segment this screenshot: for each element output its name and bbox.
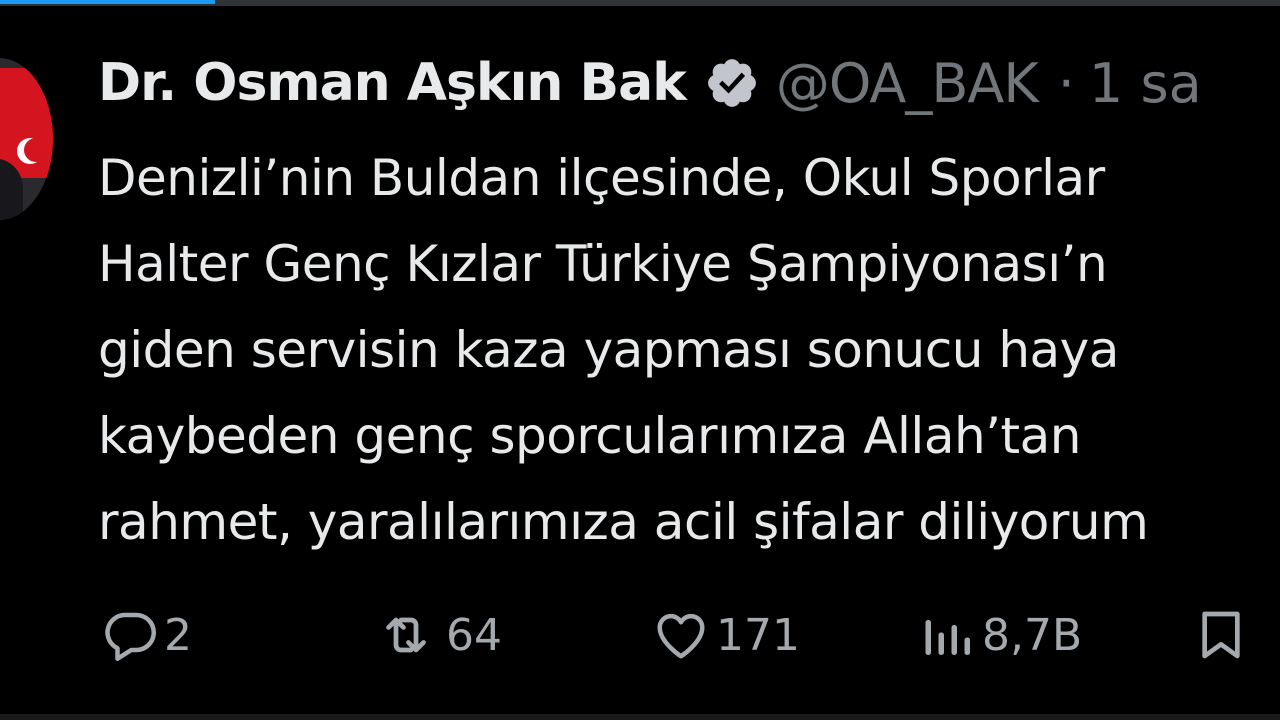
- retweet-count: 64: [446, 609, 502, 661]
- retweet-icon: [370, 605, 442, 665]
- reply-button[interactable]: 2: [100, 600, 192, 670]
- tweet-header: Dr. Osman Aşkın Bak @OA_BAK · 1 sa: [98, 48, 1202, 118]
- header-separator: ·: [1057, 51, 1075, 115]
- tweet-timestamp[interactable]: 1 sa: [1089, 52, 1202, 115]
- tweet-actions-bar: 2 64 171 8,7B: [0, 600, 1280, 670]
- tweet-text-line: rahmet, yaralılarımıza acil şifalar dili…: [98, 493, 1149, 551]
- bookmark-icon: [1193, 603, 1249, 667]
- like-button[interactable]: 171: [650, 600, 800, 670]
- avatar-crescent-cut: [24, 138, 48, 162]
- reply-count: 2: [164, 609, 192, 661]
- tweet-text-line: giden servisin kaza yapması sonucu haya: [98, 321, 1119, 379]
- verified-badge-icon[interactable]: [704, 55, 760, 111]
- bottom-border: [0, 714, 1280, 720]
- views-chart-icon: [918, 605, 978, 665]
- avatar[interactable]: [0, 58, 53, 220]
- heart-icon: [650, 605, 712, 665]
- like-count: 171: [716, 609, 800, 661]
- tweet-text-line: kaybeden genç sporcularımıza Allah’tan: [98, 407, 1081, 465]
- top-accent-bar: [0, 0, 215, 4]
- views-button[interactable]: 8,7B: [918, 600, 1082, 670]
- retweet-button[interactable]: 64: [370, 600, 502, 670]
- bookmark-button[interactable]: [1193, 600, 1249, 670]
- reply-icon: [100, 605, 160, 665]
- views-count: 8,7B: [982, 609, 1083, 661]
- tweet-text-line: Denizli’nin Buldan ilçesinde, Okul Sporl…: [98, 149, 1105, 207]
- author-handle[interactable]: @OA_BAK: [776, 52, 1039, 115]
- tweet-text-line: Halter Genç Kızlar Türkiye Şampiyonası’n: [98, 235, 1108, 293]
- author-name[interactable]: Dr. Osman Aşkın Bak: [98, 53, 687, 113]
- tweet-text: Denizli’nin Buldan ilçesinde, Okul Sporl…: [98, 135, 1280, 565]
